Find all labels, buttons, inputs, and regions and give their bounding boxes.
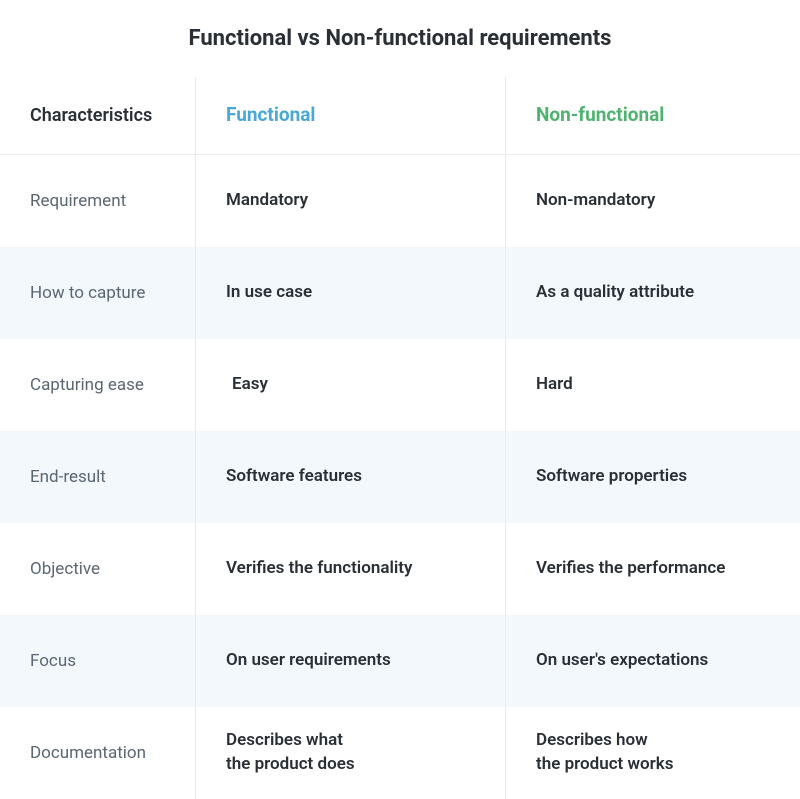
comparison-table: Characteristics Functional Non-functiona… — [0, 77, 800, 799]
cell-characteristic: Requirement — [0, 155, 196, 247]
table-row: Capturing ease Easy Hard — [0, 339, 800, 431]
cell-nonfunctional: Non-mandatory — [506, 155, 800, 247]
header-functional: Functional — [196, 77, 506, 154]
table-row: Objective Verifies the functionality Ver… — [0, 523, 800, 615]
table-row: How to capture In use case As a quality … — [0, 247, 800, 339]
cell-functional: Verifies the functionality — [196, 523, 506, 615]
cell-characteristic: Documentation — [0, 707, 196, 799]
table-row: Documentation Describes what the product… — [0, 707, 800, 799]
header-nonfunctional: Non-functional — [506, 77, 800, 154]
cell-characteristic: Focus — [0, 615, 196, 707]
cell-nonfunctional: Software properties — [506, 431, 800, 523]
table-header-row: Characteristics Functional Non-functiona… — [0, 77, 800, 155]
cell-nonfunctional: Verifies the performance — [506, 523, 800, 615]
page-title: Functional vs Non-functional requirement… — [0, 0, 800, 59]
cell-functional: Mandatory — [196, 155, 506, 247]
cell-functional: Software features — [196, 431, 506, 523]
cell-functional: In use case — [196, 247, 506, 339]
header-characteristics: Characteristics — [0, 77, 196, 154]
cell-characteristic: Capturing ease — [0, 339, 196, 431]
cell-functional: Easy — [196, 339, 506, 431]
cell-functional: On user requirements — [196, 615, 506, 707]
table-row: Focus On user requirements On user's exp… — [0, 615, 800, 707]
cell-characteristic: End-result — [0, 431, 196, 523]
cell-nonfunctional: As a quality attribute — [506, 247, 800, 339]
cell-characteristic: How to capture — [0, 247, 196, 339]
cell-nonfunctional: Describes how the product works — [506, 707, 800, 799]
cell-nonfunctional: On user's expectations — [506, 615, 800, 707]
table-row: Requirement Mandatory Non-mandatory — [0, 155, 800, 247]
cell-functional: Describes what the product does — [196, 707, 506, 799]
cell-characteristic: Objective — [0, 523, 196, 615]
table-row: End-result Software features Software pr… — [0, 431, 800, 523]
cell-nonfunctional: Hard — [506, 339, 800, 431]
